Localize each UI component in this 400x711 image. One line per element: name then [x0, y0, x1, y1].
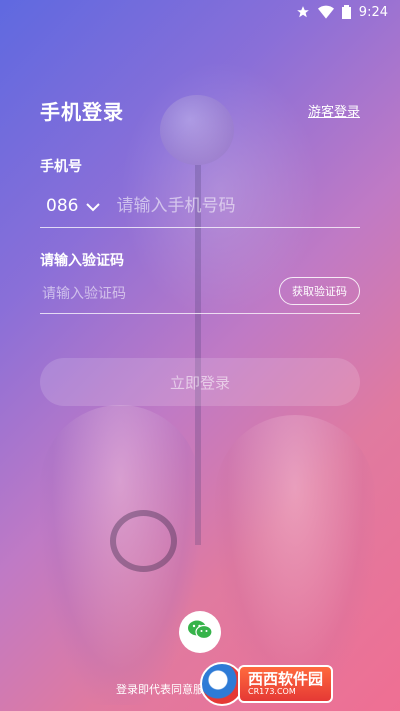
chevron-down-icon[interactable]	[86, 197, 101, 216]
singer-right-image	[215, 415, 375, 705]
verification-code-input[interactable]	[40, 285, 244, 303]
headphones-image	[110, 510, 177, 572]
page-title: 手机登录	[40, 100, 124, 124]
wechat-login-button[interactable]	[179, 611, 221, 653]
watermark-text-block: 西西软件园 CR173.COM	[238, 665, 334, 703]
battery-icon	[341, 5, 351, 19]
code-field-row: 获取验证码	[40, 275, 360, 314]
phone-field-row: 086	[40, 185, 360, 228]
wechat-icon	[187, 619, 213, 645]
status-time: 9:24	[358, 4, 388, 20]
login-button[interactable]: 立即登录	[40, 358, 360, 406]
phone-input[interactable]	[114, 195, 360, 217]
country-code-select[interactable]: 086	[46, 196, 78, 216]
microphone-image	[160, 95, 234, 165]
guest-login-link[interactable]: 游客登录	[308, 101, 360, 120]
code-label: 请输入验证码	[40, 253, 124, 269]
watermark-url: CR173.COM	[248, 687, 296, 696]
status-bar: 9:24	[0, 0, 400, 24]
watermark-logo: 西西软件园 CR173.COM	[200, 662, 396, 706]
get-code-button[interactable]: 获取验证码	[279, 277, 360, 305]
watermark-brand: 西西软件园	[248, 670, 324, 688]
wifi-icon	[317, 5, 334, 19]
phone-label: 手机号	[40, 159, 82, 175]
star-icon	[296, 5, 310, 19]
